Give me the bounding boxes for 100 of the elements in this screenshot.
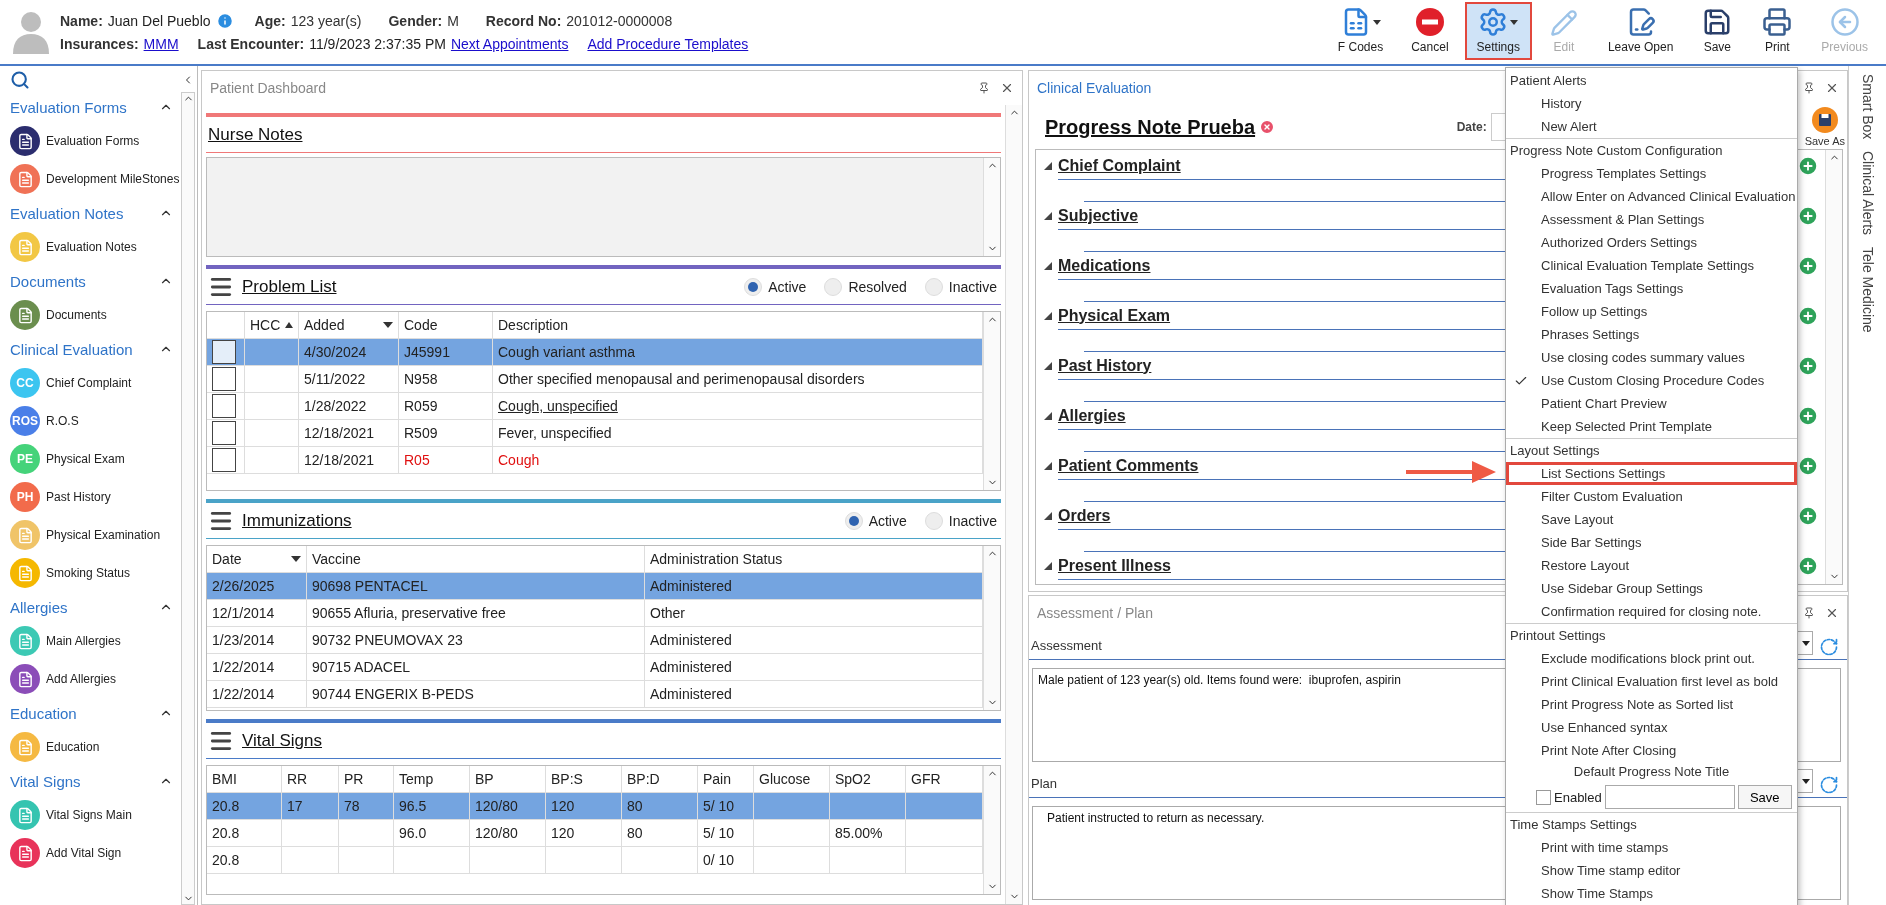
scrollbar[interactable] (1005, 105, 1022, 904)
sidebar-item[interactable]: Education (10, 728, 180, 766)
column-header[interactable]: Pain (698, 766, 754, 792)
expanded-icon[interactable] (1044, 512, 1052, 520)
menu-item[interactable]: Save Layout (1506, 508, 1797, 531)
close-icon[interactable] (1825, 81, 1839, 95)
sidebar-item[interactable]: Vital Signs Main (10, 796, 180, 834)
menu-item[interactable]: Patient Chart Preview (1506, 392, 1797, 415)
row-checkbox[interactable] (212, 448, 236, 472)
expanded-icon[interactable] (1044, 162, 1052, 170)
header-link[interactable]: Next Appointments (450, 36, 569, 52)
section-title[interactable]: Physical Exam (1058, 306, 1171, 325)
section-title[interactable]: Orders (1058, 506, 1111, 525)
pin-icon[interactable] (1803, 82, 1815, 94)
sidebar-item[interactable]: Add Vital Sign (10, 834, 180, 872)
add-icon[interactable] (1797, 405, 1819, 427)
menu-item[interactable]: Side Bar Settings (1506, 531, 1797, 554)
scrollbar[interactable] (181, 92, 196, 905)
save-button[interactable]: Save (1737, 785, 1792, 809)
close-icon[interactable] (1825, 606, 1839, 620)
menu-item[interactable]: Print Note After Closing (1506, 739, 1797, 762)
menu-item[interactable]: Evaluation Tags Settings (1506, 277, 1797, 300)
menu-item[interactable]: Keep Selected Print Template (1506, 415, 1797, 438)
column-header[interactable]: BP:D (622, 766, 698, 792)
table-row[interactable]: 12/18/2021 R509 Fever, unspecified (207, 420, 983, 447)
refresh-icon[interactable] (1819, 637, 1839, 657)
pin-icon[interactable] (978, 82, 990, 94)
sidebar-item[interactable]: ROS R.O.S (10, 402, 180, 440)
menu-item[interactable]: Follow up Settings (1506, 300, 1797, 323)
sidebar-item[interactable]: Main Allergies (10, 622, 180, 660)
sidebar-item[interactable]: Smoking Status (10, 554, 180, 592)
add-icon[interactable] (1797, 505, 1819, 527)
side-tab[interactable]: Clinical Alerts (1859, 151, 1876, 236)
column-header[interactable]: Code (399, 312, 493, 338)
expanded-icon[interactable] (1044, 462, 1052, 470)
menu-item[interactable]: Allow Enter on Advanced Clinical Evaluation (1506, 185, 1797, 208)
checkbox[interactable] (1536, 789, 1551, 805)
table-row[interactable]: 1/22/2014 90744 ENGERIX B-PEDS Administered (207, 681, 983, 708)
scrollbar[interactable] (983, 312, 1000, 490)
table-row[interactable]: 1/23/2014 90732 PNEUMOVAX 23 Administered (207, 627, 983, 654)
scrollbar[interactable] (983, 766, 1000, 894)
expanded-icon[interactable] (1044, 412, 1052, 420)
row-checkbox[interactable] (212, 340, 236, 364)
menu-item[interactable]: Use closing codes summary values (1506, 346, 1797, 369)
scrollbar[interactable] (1825, 150, 1842, 584)
expanded-icon[interactable] (1044, 312, 1052, 320)
column-header[interactable]: BP:S (546, 766, 622, 792)
column-header[interactable]: Date (207, 546, 307, 572)
sidebar-item[interactable]: Development MileStones (10, 160, 180, 198)
notes-field[interactable] (206, 157, 1001, 257)
section-title[interactable]: Medications (1058, 256, 1151, 275)
menu-item[interactable]: Use Enhanced syntax (1506, 716, 1797, 739)
menu-item[interactable]: History (1506, 92, 1797, 115)
save-as-button[interactable]: Save As (1804, 107, 1845, 147)
side-tab[interactable]: Smart Box (1859, 74, 1876, 140)
menu-item[interactable]: Restore Layout (1506, 554, 1797, 577)
sidebar-item[interactable]: Physical Examination (10, 516, 180, 554)
filter-radio[interactable]: Inactive (924, 277, 997, 296)
sidebar-item[interactable]: PE Physical Exam (10, 440, 180, 478)
menu-item[interactable]: Use Custom Closing Procedure Codes (1506, 369, 1797, 392)
add-icon[interactable] (1797, 555, 1819, 577)
add-icon[interactable] (1797, 355, 1819, 377)
menu-item[interactable]: New Alert (1506, 115, 1797, 138)
add-icon[interactable] (1797, 205, 1819, 227)
pin-icon[interactable] (1803, 607, 1815, 619)
menu-item[interactable]: Print Clinical Evaluation first level as bold (1506, 670, 1797, 693)
section-title[interactable]: Subjective (1058, 206, 1139, 225)
insurance-link[interactable]: MMM (143, 36, 179, 52)
scrollbar[interactable] (983, 546, 1000, 710)
column-header[interactable]: Vaccine (307, 546, 645, 572)
section-title[interactable]: Chief Complaint (1058, 156, 1181, 175)
column-header[interactable]: PR (339, 766, 394, 792)
filter-radio[interactable]: Resolved (824, 277, 907, 296)
table-row[interactable]: 1/22/2014 90715 ADACEL Administered (207, 654, 983, 681)
expanded-icon[interactable] (1044, 212, 1052, 220)
info-icon[interactable] (215, 12, 234, 30)
column-header[interactable]: Glucose (754, 766, 830, 792)
menu-item[interactable]: Filter Custom Evaluation (1506, 485, 1797, 508)
column-header[interactable]: RR (282, 766, 339, 792)
title-field[interactable] (1604, 785, 1735, 809)
sidebar-item[interactable]: Evaluation Notes (10, 228, 180, 266)
column-header[interactable]: SpO2 (830, 766, 906, 792)
filter-radio[interactable]: Active (744, 277, 807, 296)
menu-item[interactable]: Progress Templates Settings (1506, 162, 1797, 185)
sidebar-item[interactable]: CC Chief Complaint (10, 364, 180, 402)
sidebar-item[interactable]: Documents (10, 296, 180, 334)
add-icon[interactable] (1797, 305, 1819, 327)
menu-item[interactable]: List Sections Settings (1506, 462, 1797, 485)
menu-item[interactable]: Exclude modifications block print out. (1506, 647, 1797, 670)
sort-down-icon[interactable] (291, 556, 301, 562)
close-icon[interactable] (1000, 81, 1014, 95)
menu-item[interactable]: Show Time stamp editor (1506, 859, 1797, 882)
table-row[interactable]: 1/28/2022 R059 Cough, unspecified (207, 393, 983, 420)
toolbar-button[interactable]: Save (1689, 2, 1746, 60)
toolbar-button[interactable]: Print (1749, 2, 1806, 60)
table-row[interactable]: 2/26/2025 90698 PENTACEL Administered (207, 573, 983, 600)
expanded-icon[interactable] (1044, 262, 1052, 270)
section-title[interactable]: Problem List (242, 276, 727, 297)
menu-item[interactable]: Use Sidebar Group Settings (1506, 577, 1797, 600)
expanded-icon[interactable] (1044, 562, 1052, 570)
